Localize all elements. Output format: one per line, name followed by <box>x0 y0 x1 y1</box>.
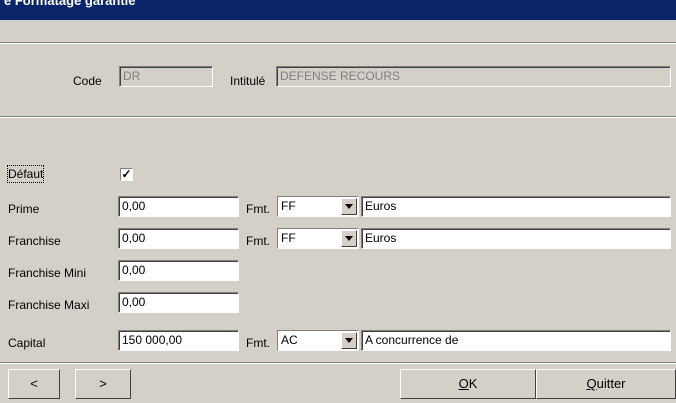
quit-button[interactable]: Quitter <box>536 369 676 399</box>
franchise-mini-label: Franchise Mini <box>8 266 87 280</box>
prime-desc-field[interactable]: Euros <box>361 196 671 217</box>
capital-fmt-label: Fmt. <box>246 336 270 350</box>
ok-accelerator: O <box>458 376 469 391</box>
chevron-down-icon[interactable] <box>341 332 357 349</box>
franchise-maxi-input[interactable]: 0,00 <box>118 292 239 313</box>
capital-desc-field[interactable]: A concurrence de <box>361 330 671 351</box>
defaut-checkbox[interactable]: ✓ <box>120 168 133 181</box>
code-label: Code <box>73 74 102 88</box>
formatage-garantie-window: e Formatage garantie Code DR Intitulé DE… <box>0 0 676 403</box>
franchise-label: Franchise <box>8 234 61 248</box>
ok-button[interactable]: OK <box>400 369 536 399</box>
window-title: e Formatage garantie <box>4 0 136 8</box>
quit-accelerator: Q <box>586 376 597 391</box>
franchise-fmt-select[interactable]: FF <box>277 228 359 249</box>
capital-fmt-select[interactable]: AC <box>277 330 359 351</box>
title-bar[interactable]: e Formatage garantie <box>0 0 676 20</box>
code-field[interactable]: DR <box>119 66 213 87</box>
franchise-input[interactable]: 0,00 <box>118 228 239 249</box>
next-button[interactable]: > <box>75 369 131 399</box>
prime-fmt-label: Fmt. <box>246 202 270 216</box>
quit-label-rest: uitter <box>596 376 626 391</box>
prime-label: Prime <box>8 202 40 216</box>
separator-bottom <box>0 362 676 364</box>
franchise-fmt-label: Fmt. <box>246 234 270 248</box>
intitule-label: Intitulé <box>230 74 266 88</box>
capital-label: Capital <box>8 336 46 350</box>
intitule-field[interactable]: DEFENSE RECOURS <box>276 66 671 87</box>
separator-middle <box>0 116 676 118</box>
check-icon: ✓ <box>121 167 132 181</box>
prime-input[interactable]: 0,00 <box>118 196 239 217</box>
separator-top <box>0 42 676 44</box>
chevron-down-icon[interactable] <box>341 230 357 247</box>
franchise-mini-input[interactable]: 0,00 <box>118 260 239 281</box>
franchise-desc-field[interactable]: Euros <box>361 228 671 249</box>
ok-label-rest: K <box>468 376 478 391</box>
chevron-down-icon[interactable] <box>341 198 357 215</box>
prev-button[interactable]: < <box>8 369 60 399</box>
defaut-label: Défaut <box>6 165 45 183</box>
franchise-maxi-label: Franchise Maxi <box>8 298 90 312</box>
prime-fmt-select[interactable]: FF <box>277 196 359 217</box>
capital-input[interactable]: 150 000,00 <box>118 330 239 351</box>
